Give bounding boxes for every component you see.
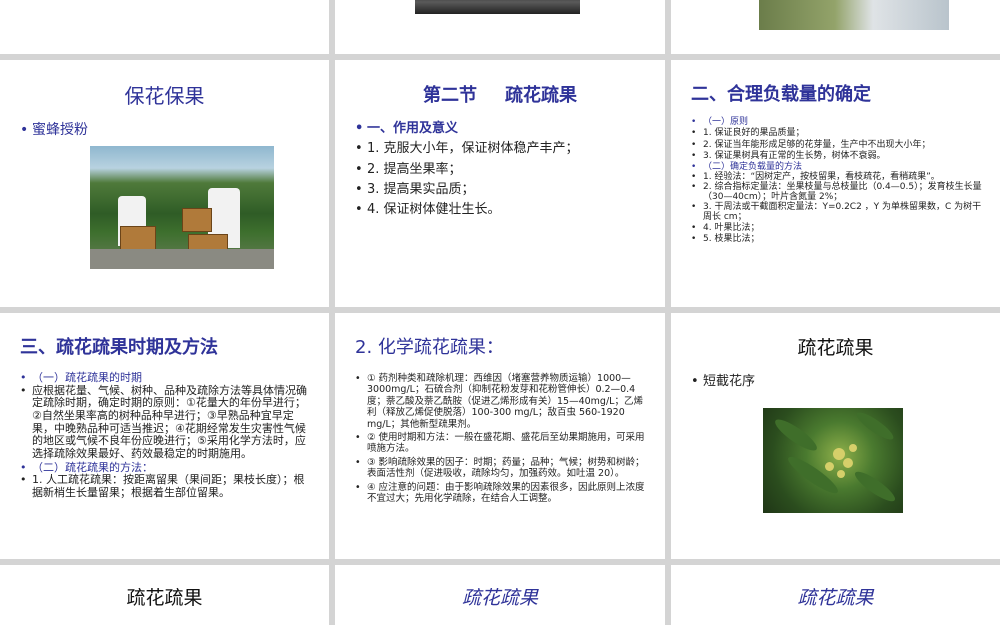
slide-top-right[interactable]: [671, 0, 1000, 54]
bullet-item: ② 使用时期和方法：一般在盛花期、盛花后至幼果期施用，可采用喷施方法。: [355, 432, 651, 455]
slide-bee-pollination[interactable]: 保花保果 蜜蜂授粉: [0, 60, 329, 307]
slide-top-left[interactable]: [0, 0, 329, 54]
section-number: 第二节: [423, 85, 477, 106]
bullet-item: 4. 保证树体健壮生长。: [355, 202, 579, 219]
bullet-item: ① 药剂种类和疏除机理：西维因（堵塞营养物质运输）1000—3000mg/L；石…: [355, 373, 651, 430]
bullet-list: 一、作用及意义 1. 克服大小年，保证树体稳产丰产； 2. 提高坐果率； 3. …: [355, 121, 579, 219]
bullet-item: 1. 克服大小年，保证树体稳产丰产；: [355, 141, 579, 158]
slide-photo: [415, 0, 580, 14]
bullet-item: 蜜蜂授粉: [20, 122, 88, 140]
bullet-item: ③ 影响疏除效果的因子：时期；药量；品种；气候；树势和树龄；表面活性剂（促进吸收…: [355, 457, 651, 480]
bullet-list: （一）疏花疏果的时期 应根据花量、气候、树种、品种及疏除方法等具体情况确定疏除时…: [20, 371, 315, 500]
slide-flower-thinning[interactable]: 疏花疏果 短截花序: [671, 313, 1000, 559]
slide-top-middle[interactable]: [335, 0, 665, 54]
bullet-item: 4. 叶果比法；: [691, 223, 986, 235]
slide-bottom-left[interactable]: 疏花疏果: [0, 565, 329, 625]
bullet-list: 短截花序: [691, 374, 755, 391]
slide-thinning-period[interactable]: 三、疏花疏果时期及方法 （一）疏花疏果的时期 应根据花量、气候、树种、品种及疏除…: [0, 313, 329, 559]
bullet-item: 2. 综合指标定量法：坐果枝量与总枝量比（0.4—0.5）；发育枝生长量（30—…: [691, 182, 986, 203]
slide-title: 第二节 疏花疏果: [335, 81, 665, 107]
slide-bottom-right[interactable]: 疏花疏果: [671, 565, 1000, 625]
slide-title: 三、疏花疏果时期及方法: [20, 337, 218, 358]
section-name: 疏花疏果: [505, 85, 577, 106]
bullet-item: 2. 提高坐果率；: [355, 162, 579, 179]
slide-bottom-middle[interactable]: 疏花疏果: [335, 565, 665, 625]
bullet-item: 一、作用及意义: [355, 121, 579, 138]
bullet-item: 1. 人工疏花疏果：按距离留果（果间距；果枝长度）；根据新梢生长量留果；根据着生…: [20, 473, 315, 499]
slide-chemical-thinning[interactable]: 2. 化学疏花疏果： ① 药剂种类和疏除机理：西维因（堵塞营养物质运输）1000…: [335, 313, 665, 559]
slide-section-two[interactable]: 第二节 疏花疏果 一、作用及意义 1. 克服大小年，保证树体稳产丰产； 2. 提高…: [335, 60, 665, 307]
slide-title: 2. 化学疏花疏果：: [355, 337, 504, 358]
bullet-item: 1. 保证良好的果品质量；: [691, 128, 986, 140]
bullet-item: 3. 保证果树具有正常的生长势，树体不衰弱。: [691, 151, 986, 163]
slide-title: 疏花疏果: [797, 337, 874, 359]
bullet-item: 5. 枝果比法；: [691, 234, 986, 246]
slide-title: 疏花疏果: [126, 587, 203, 609]
flower-cluster-photo: [763, 408, 903, 513]
bullet-list: 蜜蜂授粉: [20, 122, 88, 140]
bullet-item: ④ 应注意的问题：由于影响疏除效果的因素很多，因此原则上浓度不宜过大；先用化学疏…: [355, 482, 651, 505]
bullet-list: （一）原则 1. 保证良好的果品质量； 2. 保证当年能形成足够的花芽量，生产中…: [691, 117, 986, 245]
bullet-item: 3. 干周法或干截面积定量法：Y=0.2C2 ，Y 为单株留果数，C 为树干周长…: [691, 202, 986, 223]
slide-title: 疏花疏果: [797, 587, 874, 609]
bullet-item: 短截花序: [691, 374, 755, 391]
slide-title: 保花保果: [124, 84, 205, 108]
slide-photo: [759, 0, 949, 30]
slide-load-determination[interactable]: 二、合理负载量的确定 （一）原则 1. 保证良好的果品质量； 2. 保证当年能形…: [671, 60, 1000, 307]
slide-title: 二、合理负载量的确定: [691, 84, 871, 105]
bee-pollination-photo: [90, 146, 274, 269]
bullet-item: 2. 保证当年能形成足够的花芽量，生产中不出现大小年；: [691, 140, 986, 152]
bullet-item: （一）疏花疏果的时期: [20, 371, 315, 385]
bullet-list: ① 药剂种类和疏除机理：西维因（堵塞营养物质运输）1000—3000mg/L；石…: [355, 373, 651, 504]
bullet-item: 应根据花量、气候、树种、品种及疏除方法等具体情况确定疏除时期，确定时期的原则：①…: [20, 384, 315, 461]
slide-title: 疏花疏果: [461, 587, 538, 609]
bullet-item: 3. 提高果实品质；: [355, 182, 579, 199]
bullet-item: （一）原则: [691, 117, 986, 129]
